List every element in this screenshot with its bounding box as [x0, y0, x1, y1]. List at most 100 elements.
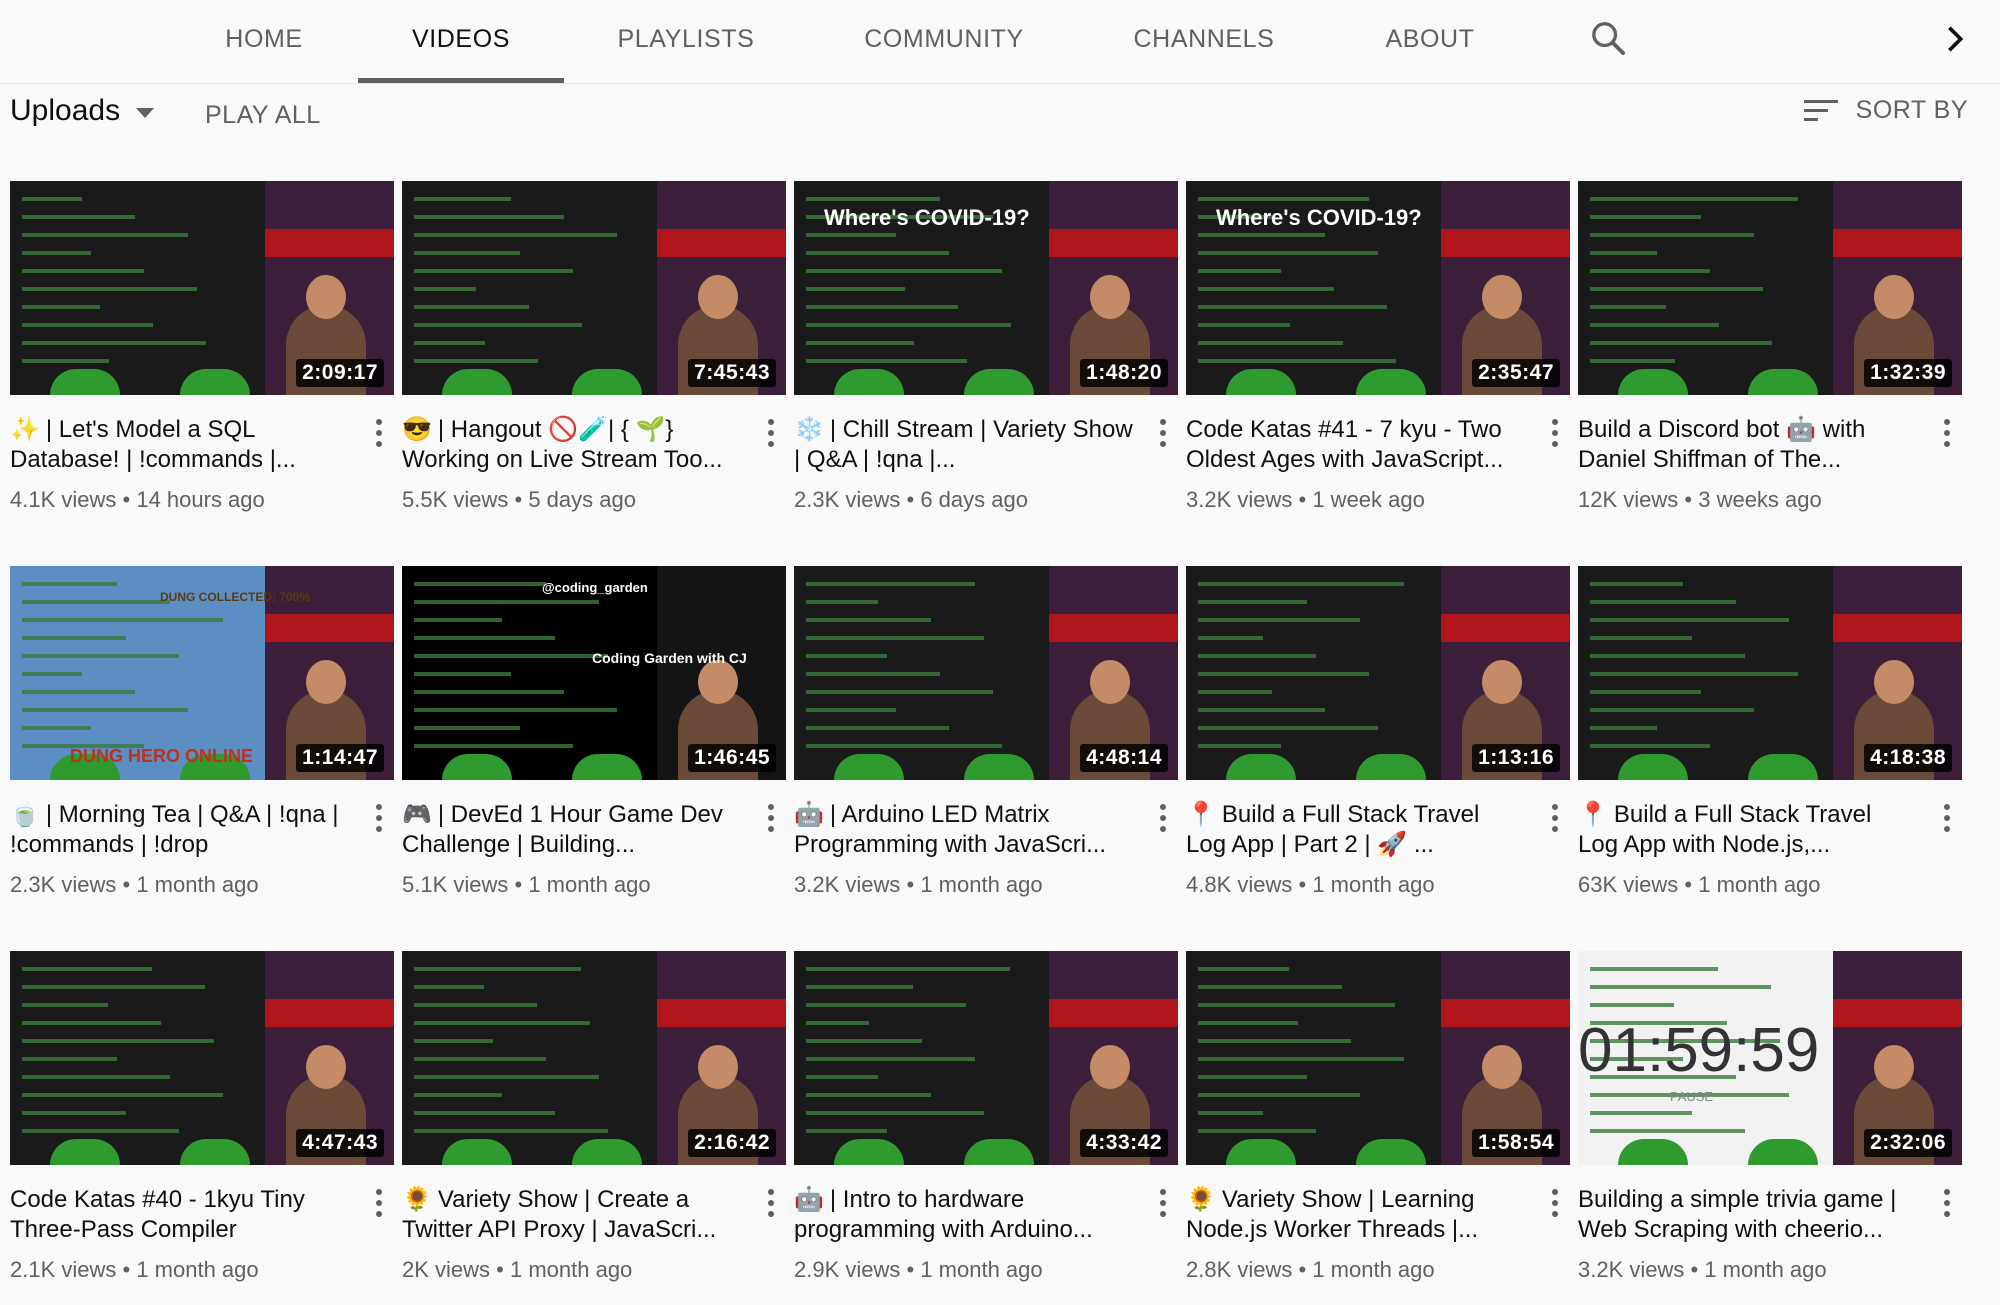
tab-videos[interactable]: VIDEOS	[358, 0, 564, 83]
video-thumbnail[interactable]: 7:45:43	[402, 181, 786, 395]
code-line	[1198, 233, 1325, 237]
video-card[interactable]: @coding_garden Coding Garden with CJ 1:46:…	[402, 566, 786, 897]
title-emoji: ❄️	[794, 416, 824, 443]
upload-age: 1 month ago	[528, 872, 651, 897]
more-options-icon[interactable]	[1158, 804, 1168, 838]
video-card[interactable]: 4:33:42 🤖 | Intro to hardware programming …	[794, 951, 1178, 1282]
meta-separator: •	[116, 872, 137, 897]
video-title[interactable]: 📍 Build a Full Stack Travel Log App | Par…	[1186, 800, 1526, 860]
more-options-icon[interactable]	[766, 419, 776, 453]
more-options-icon[interactable]	[1550, 419, 1560, 453]
more-options-icon[interactable]	[1942, 804, 1952, 838]
video-title[interactable]: 🤖 | Arduino LED Matrix Programming with J…	[794, 800, 1134, 860]
video-card[interactable]: 2:16:42 🌻 Variety Show | Create a Twitter …	[402, 951, 786, 1282]
tab-community[interactable]: COMMUNITY	[860, 0, 1028, 83]
more-options-icon[interactable]	[374, 419, 384, 453]
video-card[interactable]: Where's COVID-19? 1:48:20 ❄️ | Chill Stream…	[794, 181, 1178, 512]
search-icon[interactable]	[1588, 18, 1628, 58]
tab-playlists[interactable]: PLAYLISTS	[612, 0, 760, 83]
more-options-icon[interactable]	[1550, 804, 1560, 838]
video-meta: 2.3K views • 6 days ago	[794, 487, 1028, 513]
more-options-icon[interactable]	[1942, 419, 1952, 453]
more-options-icon[interactable]	[1158, 419, 1168, 453]
video-title[interactable]: 🌻 Variety Show | Learning Node.js Worker …	[1186, 1185, 1526, 1245]
more-options-icon[interactable]	[374, 804, 384, 838]
video-title[interactable]: ❄️ | Chill Stream | Variety Show | Q&A | …	[794, 415, 1134, 475]
chat-banner	[1833, 999, 1962, 1027]
code-line	[1590, 287, 1763, 291]
video-thumbnail[interactable]: 4:47:43	[10, 951, 394, 1165]
code-line	[414, 269, 573, 273]
video-title[interactable]: 😎 | Hangout 🚫🧪| { 🌱} Working on Live Stre…	[402, 415, 742, 475]
video-title-text: | Let's Model a SQL Database! | !command…	[10, 416, 296, 473]
code-line	[806, 967, 1010, 971]
more-options-icon[interactable]	[1550, 1189, 1560, 1223]
video-card[interactable]: 1:58:54 🌻 Variety Show | Learning Node.js …	[1186, 951, 1570, 1282]
sort-by-button[interactable]: SORT BY	[1803, 96, 1968, 125]
video-thumbnail[interactable]: 01:59:59 PAUSE 2:32:06	[1578, 951, 1962, 1165]
uploads-dropdown[interactable]: Uploads	[10, 94, 155, 128]
code-line	[414, 1093, 502, 1097]
video-thumbnail[interactable]: 2:09:17	[10, 181, 394, 395]
tab-about[interactable]: ABOUT	[1380, 0, 1480, 83]
video-thumbnail[interactable]: 4:18:38	[1578, 566, 1962, 780]
upload-age: 1 month ago	[920, 1257, 1043, 1282]
code-line	[806, 582, 975, 586]
video-card[interactable]: 7:45:43 😎 | Hangout 🚫🧪| { 🌱} Working on Li…	[402, 181, 786, 512]
video-card[interactable]: 1:32:39 Build a Discord bot 🤖 with Daniel…	[1578, 181, 1962, 512]
video-title[interactable]: 🌻 Variety Show | Create a Twitter API Pro…	[402, 1185, 742, 1245]
video-thumbnail[interactable]: Where's COVID-19? 2:35:47	[1186, 181, 1570, 395]
more-options-icon[interactable]	[374, 1189, 384, 1223]
tab-home[interactable]: HOME	[216, 0, 312, 83]
code-line	[1198, 269, 1281, 273]
tab-channels[interactable]: CHANNELS	[1132, 0, 1276, 83]
video-title-text: Variety Show | Create a Twitter API Prox…	[402, 1186, 717, 1243]
video-card[interactable]: 2:09:17 ✨ | Let's Model a SQL Database! | …	[10, 181, 394, 512]
video-thumbnail[interactable]: 4:33:42	[794, 951, 1178, 1165]
thumbnail-text: @coding_garden	[542, 580, 648, 595]
code-line	[806, 251, 949, 255]
video-card[interactable]: 01:59:59 PAUSE 2:32:06 Building a simple tr…	[1578, 951, 1962, 1282]
video-card[interactable]: Where's COVID-19? 2:35:47 Code Katas #41 -…	[1186, 181, 1570, 512]
video-thumbnail[interactable]: @coding_garden Coding Garden with CJ 1:46:…	[402, 566, 786, 780]
chat-banner	[265, 229, 394, 257]
code-line	[1198, 708, 1325, 712]
video-title[interactable]: 🤖 | Intro to hardware programming with Ar…	[794, 1185, 1134, 1245]
code-line	[414, 636, 555, 640]
view-count: 2.8K views	[1186, 1257, 1293, 1282]
more-options-icon[interactable]	[1158, 1189, 1168, 1223]
thumbnail-text: DUNG COLLECTED: 700%	[160, 590, 311, 604]
video-thumbnail[interactable]: 2:16:42	[402, 951, 786, 1165]
video-title[interactable]: Code Katas #40 - 1kyu Tiny Three-Pass Co…	[10, 1185, 350, 1245]
video-card[interactable]: 1:13:16 📍 Build a Full Stack Travel Log Ap…	[1186, 566, 1570, 897]
video-title[interactable]: Build a Discord bot 🤖 with Daniel Shiffm…	[1578, 415, 1918, 475]
chevron-right-icon[interactable]	[1940, 22, 1970, 56]
video-title[interactable]: 🍵 | Morning Tea | Q&A | !qna | !commands …	[10, 800, 350, 860]
video-thumbnail[interactable]: Where's COVID-19? 1:48:20	[794, 181, 1178, 395]
video-thumbnail[interactable]: DUNG COLLECTED: 700% DUNG HERO ONLINE 1:14…	[10, 566, 394, 780]
upload-age: 1 month ago	[920, 872, 1043, 897]
video-thumbnail[interactable]: 4:48:14	[794, 566, 1178, 780]
meta-separator: •	[1678, 872, 1699, 897]
video-card[interactable]: 4:47:43 Code Katas #40 - 1kyu Tiny Three-…	[10, 951, 394, 1282]
video-title[interactable]: ✨ | Let's Model a SQL Database! | !comman…	[10, 415, 350, 475]
video-title[interactable]: Code Katas #41 - 7 kyu - Two Oldest Ages…	[1186, 415, 1526, 475]
video-card[interactable]: 4:18:38 📍 Build a Full Stack Travel Log Ap…	[1578, 566, 1962, 897]
video-card[interactable]: DUNG COLLECTED: 700% DUNG HERO ONLINE 1:14…	[10, 566, 394, 897]
video-meta: 63K views • 1 month ago	[1578, 872, 1821, 898]
video-thumbnail[interactable]: 1:13:16	[1186, 566, 1570, 780]
more-options-icon[interactable]	[766, 1189, 776, 1223]
video-title[interactable]: Building a simple trivia game | Web Scra…	[1578, 1185, 1918, 1245]
more-options-icon[interactable]	[766, 804, 776, 838]
video-title[interactable]: 🎮 | DevEd 1 Hour Game Dev Challenge | Bui…	[402, 800, 742, 860]
video-card[interactable]: 4:48:14 🤖 | Arduino LED Matrix Programming…	[794, 566, 1178, 897]
code-line	[414, 690, 564, 694]
code-line	[414, 618, 502, 622]
video-thumbnail[interactable]: 1:58:54	[1186, 951, 1570, 1165]
video-thumbnail[interactable]: 1:32:39	[1578, 181, 1962, 395]
code-line	[806, 1039, 922, 1043]
more-options-icon[interactable]	[1942, 1189, 1952, 1223]
video-title[interactable]: 📍 Build a Full Stack Travel Log App with …	[1578, 800, 1918, 860]
code-line	[806, 305, 958, 309]
play-all-button[interactable]: PLAY ALL	[205, 101, 321, 130]
